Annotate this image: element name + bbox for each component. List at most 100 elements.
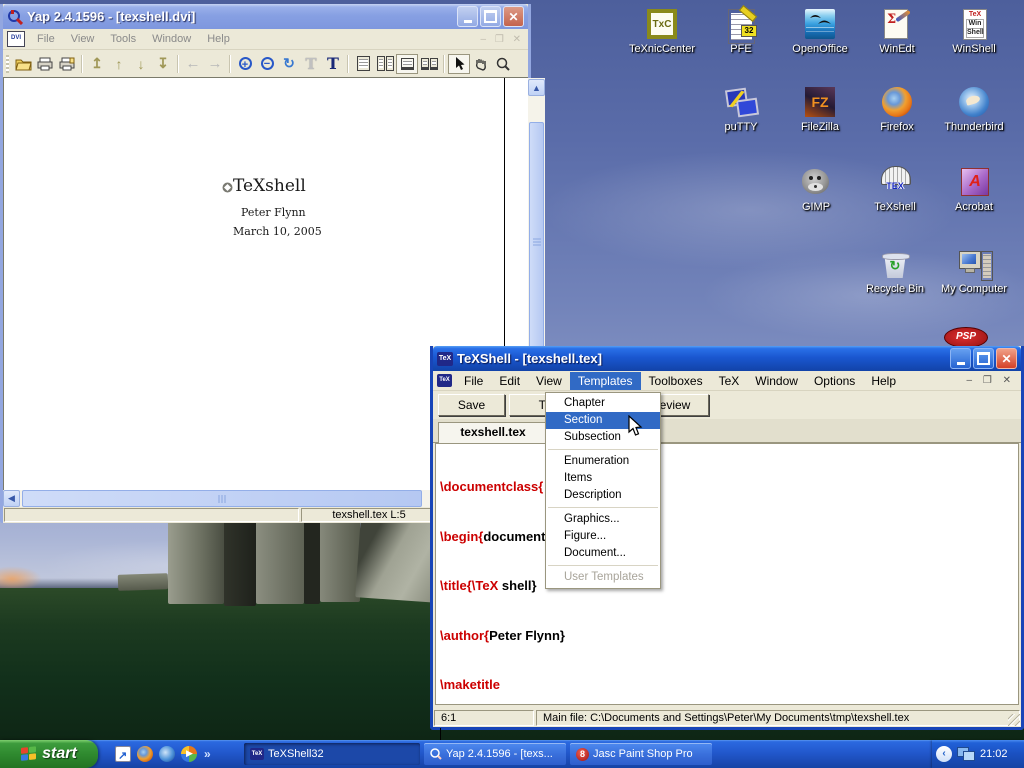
menu-window[interactable]: Window [747,372,806,390]
desktop-icon-mycomputer[interactable]: My Computer [936,248,1012,295]
menu-item-graphics[interactable]: Graphics... [546,511,660,528]
zoom-in-icon[interactable]: + [234,54,256,74]
yap-menu-window[interactable]: Window [144,31,199,47]
hand-tool-icon[interactable] [470,54,492,74]
yap-menu-help[interactable]: Help [199,31,238,47]
menu-item-figure[interactable]: Figure... [546,528,660,545]
taskbar-button-paintshoppro[interactable]: 8 Jasc Paint Shop Pro [570,743,712,765]
yap-close-button[interactable]: ✕ [503,6,524,27]
desktop-icon-acrobat[interactable]: A Acrobat [936,166,1012,213]
desktop-icon-winshell[interactable]: TeX Win Shell WinShell [936,8,1012,55]
scroll-up-button[interactable]: ▲ [528,79,545,96]
mouse-cursor [628,415,643,437]
desktop-icon-putty[interactable]: puTTY [703,86,779,133]
texshell-mdi-buttons[interactable]: – ❐ ✕ [967,375,1015,386]
horizontal-scroll-thumb[interactable] [22,490,422,507]
desktop-icon-gimp[interactable]: GIMP [778,166,854,213]
desktop-icon-texshell[interactable]: TEX TeXshell [857,166,933,213]
menu-edit[interactable]: Edit [491,372,528,390]
texshell-titlebar[interactable]: TeX TeXShell - [texshell.tex] ✕ [433,346,1021,371]
pfe-icon: 32 [725,8,757,40]
yap-menu-file[interactable]: File [29,31,63,47]
back-icon[interactable]: ← [182,54,204,74]
desktop-icon-pfe[interactable]: 32 PFE [703,8,779,55]
texshell-document-icon: TeX [437,374,452,387]
tray-collapse-icon[interactable]: ‹ [936,746,952,762]
zoom-out-icon[interactable]: − [256,54,278,74]
code-line: \maketitle [440,677,1018,694]
start-button[interactable]: start [0,740,98,768]
desktop-icon-thunderbird[interactable]: Thunderbird [936,86,1012,133]
yap-titlebar[interactable]: Yap 2.4.1596 - [texshell.dvi] ✕ [3,4,528,29]
desktop-icon-recyclebin[interactable]: ↻ Recycle Bin [857,248,933,295]
filezilla-icon: FZ [804,86,836,118]
media-player-icon[interactable]: ▶ [180,745,198,763]
next-page-icon[interactable]: ↓ [130,54,152,74]
taskbar-button-yap[interactable]: Yap 2.4.1596 - [texs... [424,743,566,765]
refresh-icon[interactable]: ↻ [278,54,300,74]
menu-file[interactable]: File [456,372,491,390]
open-folder-icon[interactable] [12,54,34,74]
desktop-icon-filezilla[interactable]: FZ FileZilla [782,86,858,133]
launch-browser-icon[interactable]: ↗ [114,745,132,763]
yap-minimize-button[interactable] [457,6,478,27]
first-page-icon[interactable]: ↥ [86,54,108,74]
desktop-icon-winedt[interactable]: Σ WinEdt [859,8,935,55]
menu-help[interactable]: Help [863,372,904,390]
taskbar-button-texshell32[interactable]: TeX TeXShell32 [244,743,420,765]
menu-options[interactable]: Options [806,372,863,390]
text-outline-icon[interactable]: T [300,54,322,74]
double-page-icon[interactable] [374,54,396,74]
single-page-icon[interactable] [352,54,374,74]
main-file-path: Main file: C:\Documents and Settings\Pet… [536,710,1020,726]
network-icon[interactable] [957,747,975,761]
texshell-maximize-button[interactable] [973,348,994,369]
desktop-icon-paintshoppro[interactable]: PSP [944,327,988,348]
firefox-icon[interactable] [136,745,154,763]
yap-menu-tools[interactable]: Tools [102,31,144,47]
thunderbird-icon[interactable] [158,745,176,763]
print-page-icon[interactable] [56,54,78,74]
menu-item-chapter[interactable]: Chapter [546,395,660,412]
double-page-width-icon[interactable] [418,54,440,74]
toolbar-grip[interactable] [6,55,9,73]
print-icon[interactable] [34,54,56,74]
last-page-icon[interactable]: ↧ [152,54,174,74]
menu-item-enumeration[interactable]: Enumeration [546,453,660,470]
tab-texshell-tex[interactable]: texshell.tex [438,422,548,443]
yap-mdi-buttons[interactable]: – ❐ ✕ [481,34,524,45]
prev-page-icon[interactable]: ↑ [108,54,130,74]
gimp-icon [800,166,832,198]
vertical-scroll-thumb[interactable] [529,122,544,362]
menu-tex[interactable]: TeX [711,372,748,390]
menu-item-document[interactable]: Document... [546,545,660,562]
desktop-icon-firefox[interactable]: Firefox [859,86,935,133]
menu-toolboxes[interactable]: Toolboxes [641,372,711,390]
yap-window-title: Yap 2.4.1596 - [texshell.dvi] [27,9,457,24]
magnifier-icon[interactable] [492,54,514,74]
stone [224,518,256,606]
yap-menu-view[interactable]: View [63,31,103,47]
desktop-icon-texniccenter[interactable]: TxC TeXnicCenter [624,8,700,55]
forward-icon[interactable]: → [204,54,226,74]
menu-view[interactable]: View [528,372,570,390]
page-width-icon[interactable] [396,54,418,74]
text-render-icon[interactable]: T [322,54,344,74]
desktop-icon-openoffice[interactable]: OpenOffice [782,8,858,55]
texshell-minimize-button[interactable] [950,348,971,369]
select-arrow-icon[interactable] [448,54,470,74]
yap-maximize-button[interactable] [480,6,501,27]
menu-item-items[interactable]: Items [546,470,660,487]
resize-grip[interactable] [1008,714,1020,726]
psp-task-icon: 8 [576,748,589,761]
texshell-editor[interactable]: \documentclass{ \begin{document} \title{… [435,443,1019,705]
menu-item-description[interactable]: Description [546,487,660,504]
menu-templates[interactable]: Templates [570,372,641,390]
stone [355,515,441,602]
quick-launch-overflow[interactable]: » [204,747,211,761]
taskbar: start ↗ ▶ » TeX TeXShell32 Yap 2.4.1596 … [0,740,1024,768]
scroll-left-button[interactable]: ◀ [3,490,20,507]
save-button[interactable]: Save [438,394,505,416]
yap-document-icon: DVI [7,31,25,47]
texshell-close-button[interactable]: ✕ [996,348,1017,369]
